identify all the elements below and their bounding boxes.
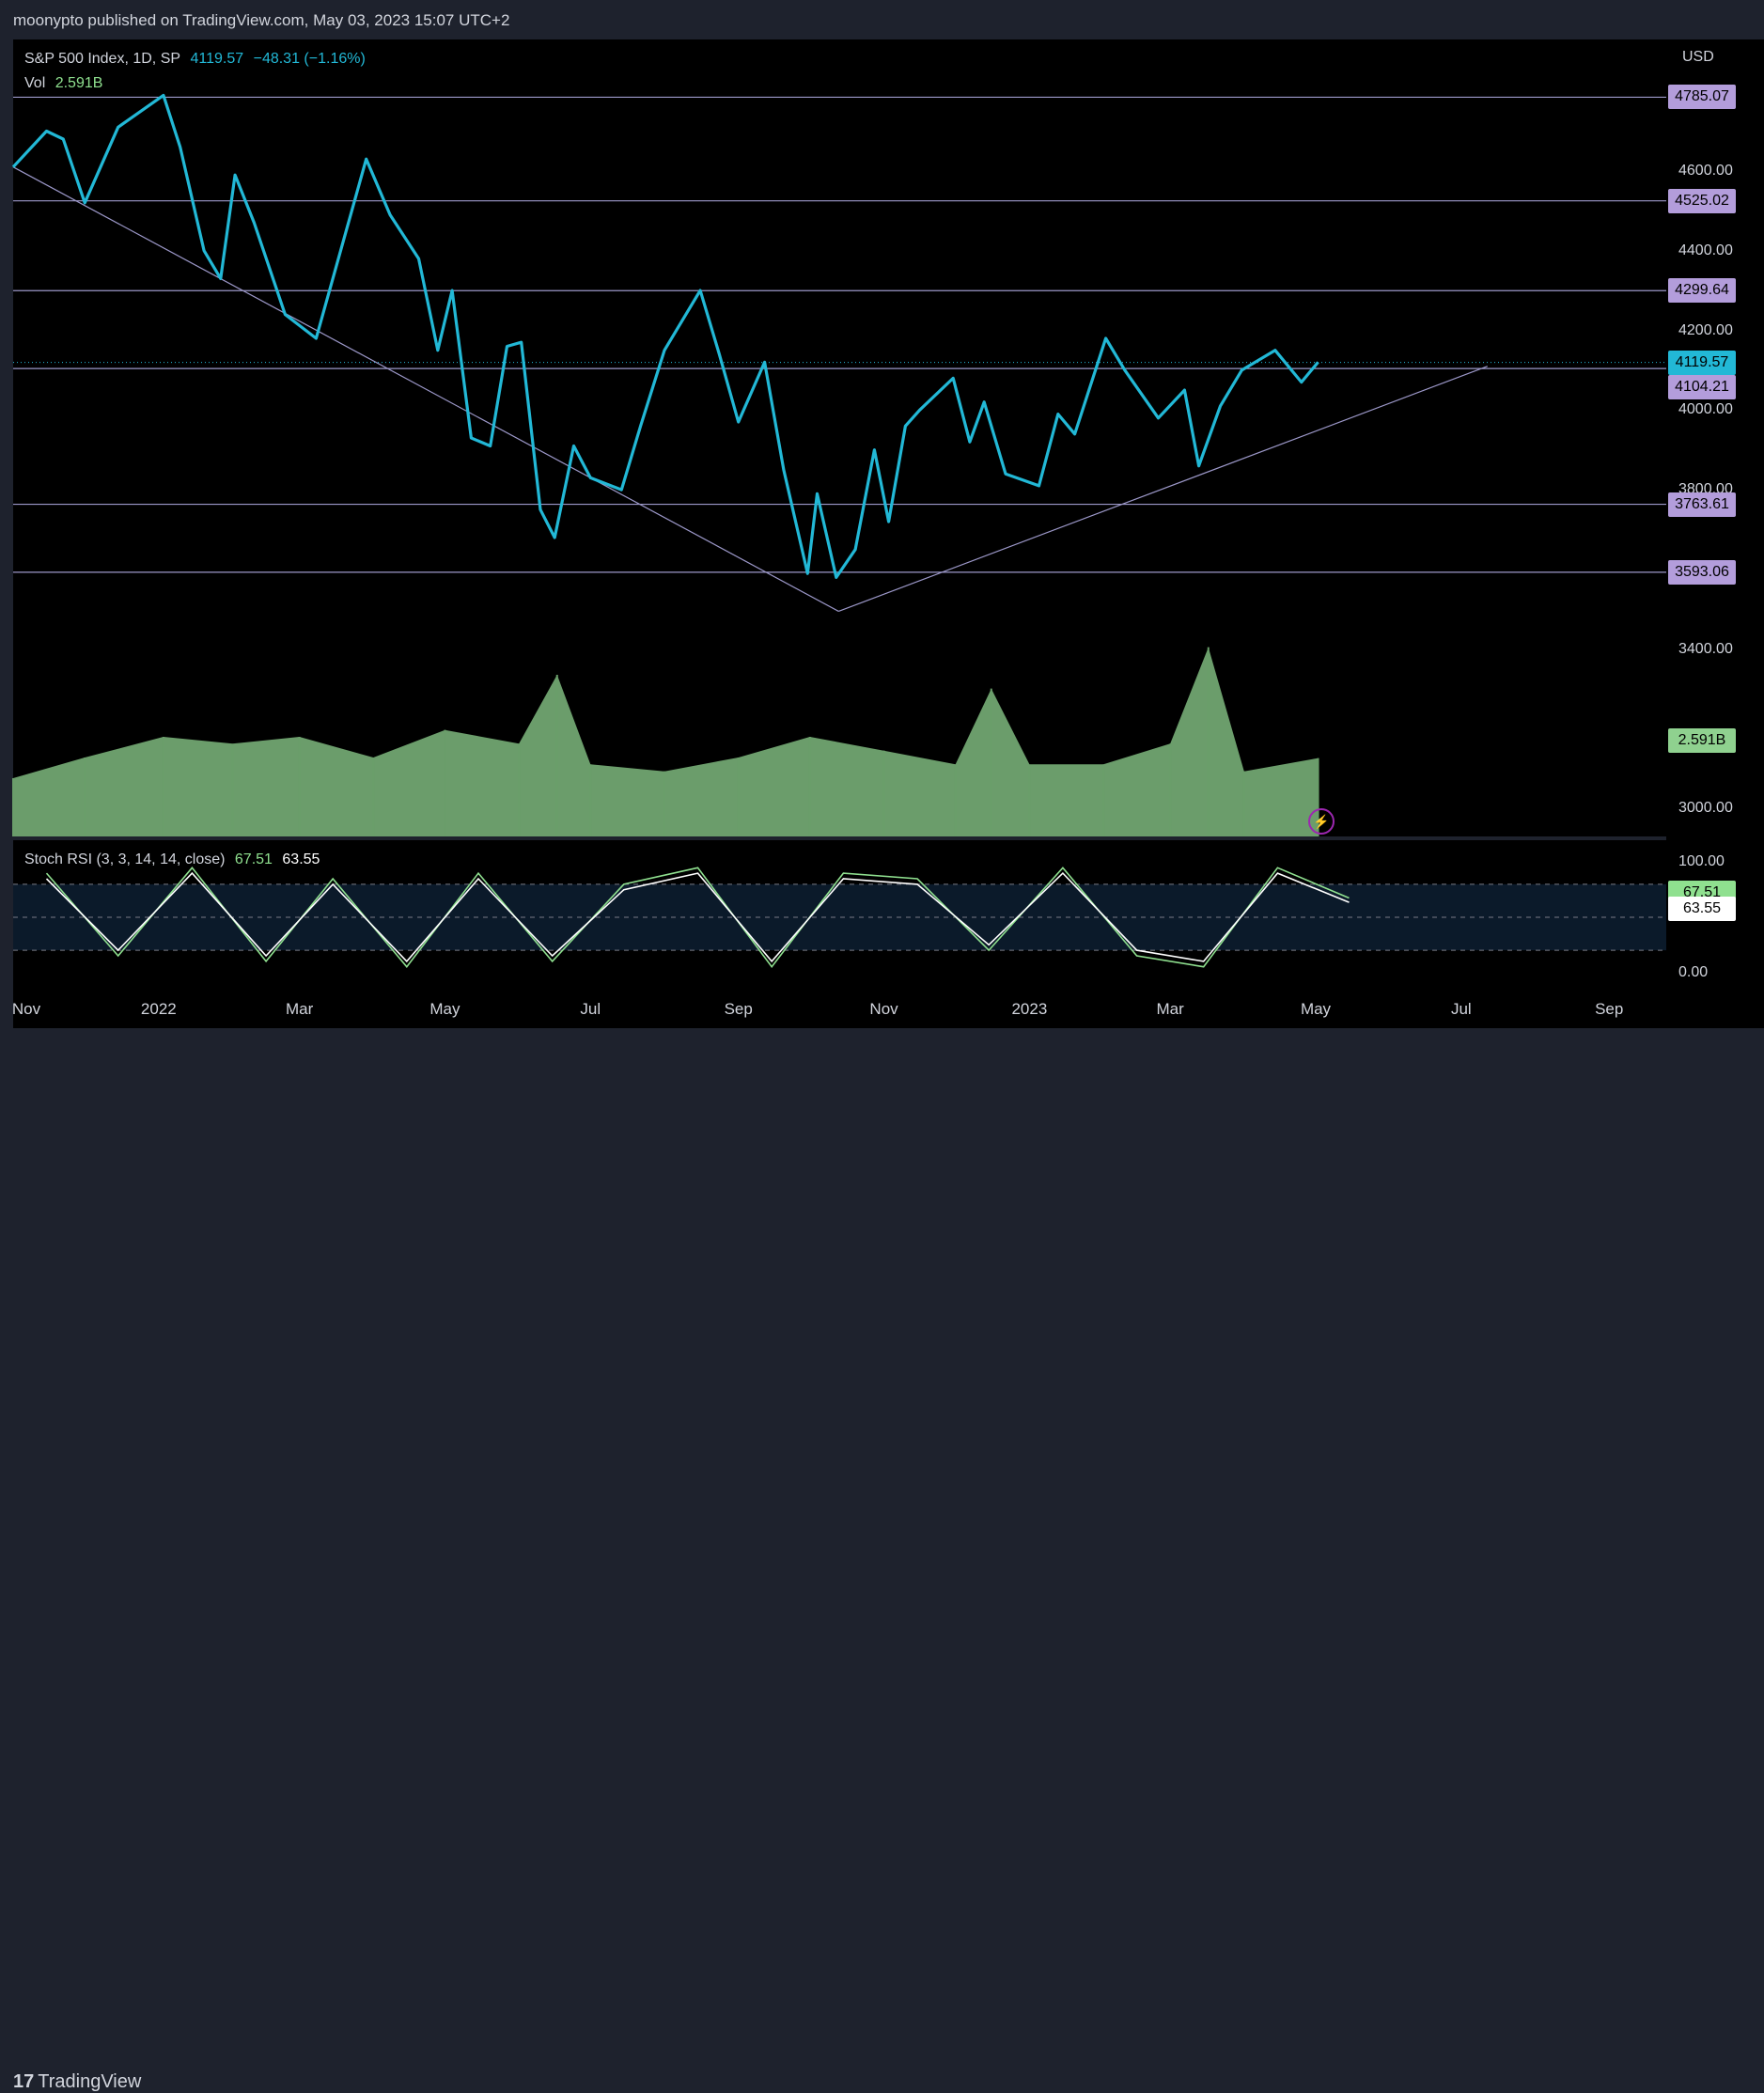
time-tick-label: Jul [580,1000,601,1018]
volume-area [13,647,1319,836]
stoch-tick-label: 100.00 [1678,853,1725,870]
price-tick-label: 3000.00 [1678,800,1733,817]
stoch-d-tag: 63.55 [1668,896,1736,921]
level-tag: 4104.21 [1668,374,1736,399]
last-price-tag: 4119.57 [1668,350,1736,375]
price-tick-label: 4400.00 [1678,242,1733,258]
volume-tag: 2.591B [1668,728,1736,753]
price-tick-label: 4200.00 [1678,321,1733,338]
last-price-value: 4119.57 [190,51,244,67]
vol-value: 2.591B [55,75,103,91]
tradingview-logo-mark: 17 [13,2071,35,2092]
level-tag: 3763.61 [1668,492,1736,517]
price-tick-label: 3400.00 [1678,640,1733,657]
symbol-label: S&P 500 Index, 1D, SP [24,51,181,67]
time-tick-label: May [1300,1000,1332,1018]
bottom-bar: 17 TradingView [0,1028,1764,2092]
time-tick-label: Jul [1450,1000,1472,1018]
stoch-label: Stoch RSI (3, 3, 14, 14, close) [24,851,226,867]
time-tick-label: Sep [1595,1000,1624,1018]
time-tick-label: 2022 [140,1000,177,1018]
time-tick-label: Mar [285,1000,314,1018]
lightning-icon[interactable]: ⚡ [1308,808,1335,835]
price-tick-label: 4600.00 [1678,162,1733,179]
trendline-down [12,166,839,612]
level-tag: 4785.07 [1668,85,1736,110]
volume-legend[interactable]: Vol 2.591B [24,75,108,92]
level-tag: 4299.64 [1668,278,1736,304]
stoch-legend[interactable]: Stoch RSI (3, 3, 14, 14, close) 67.51 63… [24,851,325,868]
main-legend[interactable]: S&P 500 Index, 1D, SP 4119.57 −48.31 (−1… [24,51,371,68]
time-tick-label: Nov [869,1000,898,1018]
stoch-k-value: 67.51 [234,851,273,867]
time-tick-label: Mar [1156,1000,1184,1018]
tradingview-logo-text: TradingView [38,2071,142,2092]
trendline-up [838,366,1488,613]
level-tag: 3593.06 [1668,559,1736,585]
currency-label: USD [1682,49,1714,65]
price-change-value: −48.31 (−1.16%) [253,51,366,67]
time-tick-label: May [429,1000,461,1018]
price-tick-label: 4000.00 [1678,401,1733,418]
tradingview-logo[interactable]: 17 TradingView [13,2071,141,2093]
time-tick-label: Sep [724,1000,753,1018]
stoch-d-value: 63.55 [282,851,320,867]
price-line [11,93,1319,579]
chart-canvas [11,93,1666,969]
time-tick-label: 2023 [1011,1000,1048,1018]
time-tick-label: Nov [11,1000,41,1018]
level-tag: 4525.02 [1668,188,1736,213]
stoch-tick-label: 0.00 [1678,963,1709,980]
vol-label: Vol [24,75,46,91]
